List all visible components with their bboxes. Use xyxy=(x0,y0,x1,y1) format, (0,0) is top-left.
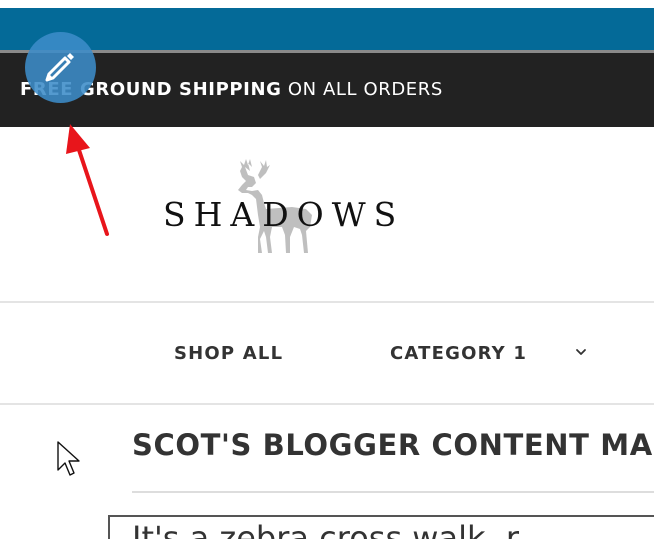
red-arrow-annotation xyxy=(66,124,109,236)
top-margin xyxy=(0,0,654,8)
nav-item-category-1[interactable]: CATEGORY 1 xyxy=(390,343,527,364)
page-title: SCOT'S BLOGGER CONTENT MA xyxy=(132,428,653,462)
announcement-rest-text: ON ALL ORDERS xyxy=(281,79,443,100)
title-divider xyxy=(132,491,654,493)
nav-divider xyxy=(0,403,654,405)
content-body-text: It's a zebra cross walk, r xyxy=(132,519,519,539)
edit-button[interactable] xyxy=(25,32,96,103)
top-blue-bar xyxy=(0,8,654,50)
page: FREE GROUND SHIPPING ON ALL ORDERS SHADO… xyxy=(0,0,654,539)
mouse-pointer-icon xyxy=(57,441,80,476)
pencil-icon xyxy=(45,53,74,82)
main-nav: SHOP ALL CATEGORY 1 xyxy=(0,303,654,403)
nav-item-shop-all[interactable]: SHOP ALL xyxy=(174,343,283,364)
logo-text[interactable]: SHADOWS xyxy=(163,195,404,234)
chevron-down-icon[interactable] xyxy=(574,347,588,357)
content-editor-box[interactable]: It's a zebra cross walk, r xyxy=(108,515,654,539)
